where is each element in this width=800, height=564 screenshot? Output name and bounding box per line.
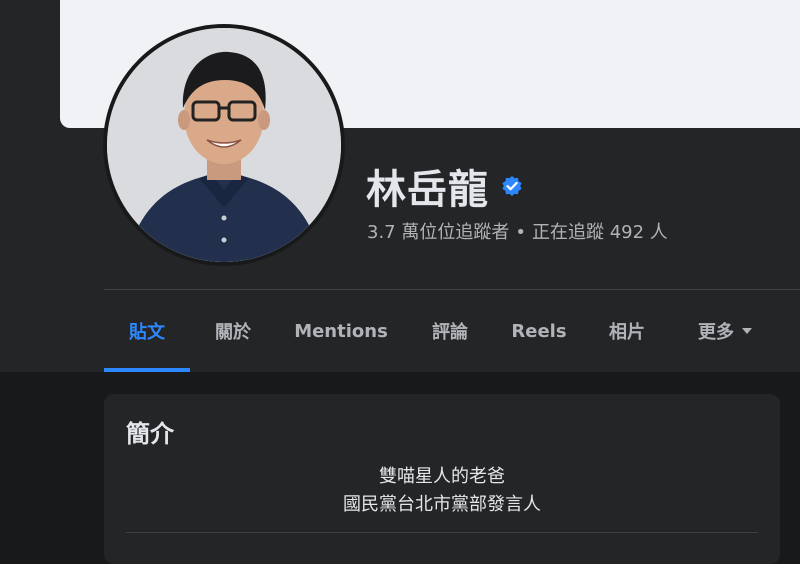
intro-title: 簡介 bbox=[126, 420, 174, 448]
bio-line-2: 國民黨台北市黨部發言人 bbox=[343, 494, 541, 515]
tab-more[interactable]: 更多 bbox=[670, 290, 780, 372]
verified-badge-icon bbox=[501, 175, 523, 197]
tab-reviews[interactable]: 評論 bbox=[406, 290, 494, 372]
tab-about-label: 關於 bbox=[215, 322, 251, 343]
intro-card: 簡介 雙喵星人的老爸 國民黨台北市黨部發言人 bbox=[104, 394, 780, 564]
tab-mentions-label: Mentions bbox=[294, 320, 388, 342]
followers-count[interactable]: 3.7 萬位位追蹤者 bbox=[367, 222, 509, 243]
tab-reviews-label: 評論 bbox=[432, 322, 468, 343]
tab-mentions[interactable]: Mentions bbox=[276, 290, 406, 372]
chevron-down-icon bbox=[742, 328, 752, 334]
following-count[interactable]: 正在追蹤 492 人 bbox=[532, 222, 668, 243]
tab-reels[interactable]: Reels bbox=[494, 290, 584, 372]
tab-photos-label: 相片 bbox=[609, 322, 645, 343]
tab-more-label: 更多 bbox=[698, 322, 734, 343]
avatar[interactable] bbox=[107, 28, 341, 262]
tab-posts-label: 貼文 bbox=[129, 322, 165, 343]
tab-about[interactable]: 關於 bbox=[190, 290, 276, 372]
follow-stats: 3.7 萬位位追蹤者 • 正在追蹤 492 人 bbox=[367, 218, 668, 244]
intro-divider bbox=[126, 532, 758, 533]
bio-line-1: 雙喵星人的老爸 bbox=[379, 466, 505, 487]
profile-name-row: 林岳龍 bbox=[366, 158, 523, 214]
tab-posts[interactable]: 貼文 bbox=[104, 290, 190, 372]
stats-separator: • bbox=[515, 222, 526, 243]
profile-name: 林岳龍 bbox=[366, 167, 489, 213]
avatar-photo bbox=[107, 28, 341, 262]
tab-photos[interactable]: 相片 bbox=[584, 290, 670, 372]
tab-reels-label: Reels bbox=[511, 320, 567, 342]
profile-tabs: 貼文 關於 Mentions 評論 Reels 相片 更多 bbox=[104, 290, 780, 372]
